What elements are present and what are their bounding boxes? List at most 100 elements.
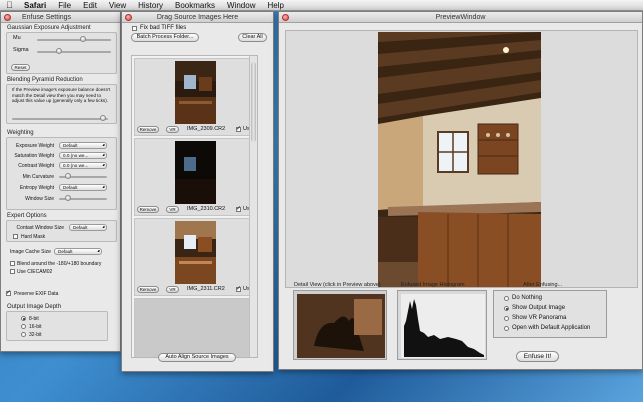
drag-source-window: Drag Source Images Here Fix bad TIFF fil… [121,11,274,372]
contrast-weight-row: Contrast Weight 0.0 (no we... [7,162,116,170]
sigma-slider[interactable] [37,51,111,53]
menu-view[interactable]: View [109,1,126,10]
depth-8bit-label: 8-bit [29,316,39,322]
blending-slider[interactable] [12,118,108,120]
blending-group-label: Blending Pyramid Reduction [7,77,83,83]
image-filename: IMG_2311.CR2 [187,286,225,292]
depth-16bit-radio[interactable] [21,324,26,329]
image-cache-select[interactable]: Default [54,248,102,255]
hard-mask-checkbox[interactable] [13,234,18,239]
depth-32bit-radio[interactable] [21,332,26,337]
depth-8bit-radio[interactable] [21,316,26,321]
show-vr-radio[interactable] [504,316,509,321]
contrast-weight-select[interactable]: 0.0 (no we... [59,162,107,169]
preview-window: PreviewWindow Detail View (click in Prev… [278,11,643,370]
close-window-icon[interactable] [4,14,11,21]
min-curvature-knob[interactable] [65,173,71,179]
contrast-window-select[interactable]: Default [69,224,107,231]
histogram-label: Enfused Image Histogram [401,282,465,288]
window-size-row: Window Size [7,195,116,203]
close-window-icon[interactable] [125,14,132,21]
sigma-slider-knob[interactable] [56,48,63,54]
remove-button[interactable]: Remove [137,206,159,213]
after-enfusing-group: Do Nothing Show Output Image Show VR Pan… [493,290,607,338]
weighting-group-label: Weighting [7,130,34,136]
remove-button[interactable]: Remove [137,126,159,133]
source-image-item[interactable]: Remove VR IMG_2309.CR2 Use [134,58,255,136]
exposure-weight-label: Exposure Weight [16,143,54,149]
exposure-weight-select[interactable]: Default [59,142,107,149]
entropy-weight-row: Entropy Weight Default [7,184,116,192]
settings-titlebar: Enfuse Settings [1,12,120,23]
batch-process-button[interactable]: Batch Process Folder... [131,33,199,42]
fix-tiff-checkbox[interactable] [132,26,137,31]
source-image-list[interactable]: Remove VR IMG_2309.CR2 Use Remove VR IMG… [131,55,258,358]
show-output-label: Show Output Image [512,305,566,311]
mu-slider-knob[interactable] [79,36,86,42]
clear-all-button[interactable]: Clear All [238,33,267,42]
reset-button[interactable]: Reset [11,64,30,71]
image-cache-label: Image Cache Size [10,249,51,255]
source-image-item[interactable]: Remove VR IMG_2311.CR2 Use [134,218,255,296]
menu-help[interactable]: Help [267,1,283,10]
enfused-preview-image[interactable] [378,32,541,287]
min-curvature-row: Min Curvature [7,173,116,181]
blending-help-text: If the Preview image's exposure balance … [12,87,111,103]
use-checkbox[interactable] [236,285,241,292]
mu-label: Mu [13,35,21,41]
contrast-window-label: Contast Window Size [16,225,64,231]
drag-titlebar: Drag Source Images Here [122,12,273,23]
menu-bookmarks[interactable]: Bookmarks [175,1,215,10]
menu-safari[interactable]: Safari [24,1,46,10]
remove-button[interactable]: Remove [137,286,159,293]
entropy-weight-select[interactable]: Default [59,184,107,191]
use-checkbox[interactable] [236,125,241,132]
preserve-exif-checkbox[interactable] [6,289,11,296]
auto-align-button[interactable]: Auto Align Source Images [158,353,236,362]
gaussian-group-label: Gaussian Exposure Adjustment [7,25,91,31]
image-list-scrollbar[interactable] [249,56,257,357]
use-ciecam-checkbox[interactable] [10,269,15,274]
preview-titlebar: PreviewWindow [279,12,642,23]
blend-boundary-checkbox[interactable] [10,261,15,266]
thumbnail-caption: Remove VR IMG_2311.CR2 Use [135,285,254,295]
contrast-weight-label: Contrast Weight [18,163,54,169]
mu-slider[interactable] [37,39,111,41]
window-title: Drag Source Images Here [156,14,239,21]
menu-edit[interactable]: Edit [83,1,97,10]
saturation-weight-row: Saturation Weight 0.0 (no we... [7,152,116,160]
enfuse-button[interactable]: Enfuse It! [516,351,559,362]
blending-slider-knob[interactable] [100,115,107,121]
expert-group: Contast Window Size Default Hard Mask [6,220,117,242]
use-ciecam-label: Use CIECAM02 [17,269,53,275]
source-image-item[interactable]: Remove VR IMG_2310.CR2 Use [134,138,255,216]
image-filename: IMG_2310.CR2 [187,206,226,212]
use-checkbox[interactable] [236,205,241,212]
close-window-icon[interactable] [282,14,289,21]
menu-file[interactable]: File [58,1,71,10]
saturation-weight-select[interactable]: 0.0 (no we... [59,152,107,159]
menu-window[interactable]: Window [227,1,255,10]
thumbnail-caption: Remove VR IMG_2309.CR2 Use [135,125,254,135]
menu-history[interactable]: History [138,1,163,10]
vr-button[interactable]: VR [166,286,179,293]
window-size-knob[interactable] [65,195,71,201]
do-nothing-radio[interactable] [504,296,509,301]
detail-view[interactable] [293,290,387,360]
depth-group-label: Output Image Depth [7,304,62,310]
open-default-label: Open with Default Application [512,325,591,331]
image-cache-row: Image Cache Size Default [6,248,117,256]
gaussian-group: Mu Sigma Reset [6,32,117,74]
open-default-radio[interactable] [504,326,509,331]
scrollbar-thumb[interactable] [251,62,256,142]
depth-32bit-label: 32-bit [29,332,42,338]
histogram-panel [397,290,487,360]
depth-group: 8-bit 16-bit 32-bit [6,311,108,341]
preview-canvas[interactable] [285,30,638,288]
vr-button[interactable]: VR [166,206,179,213]
window-size-label: Window Size [25,196,54,202]
apple-menu-icon[interactable]:  [6,0,16,10]
show-output-radio[interactable] [504,306,509,311]
vr-button[interactable]: VR [166,126,179,133]
source-image-item[interactable] [134,298,255,357]
